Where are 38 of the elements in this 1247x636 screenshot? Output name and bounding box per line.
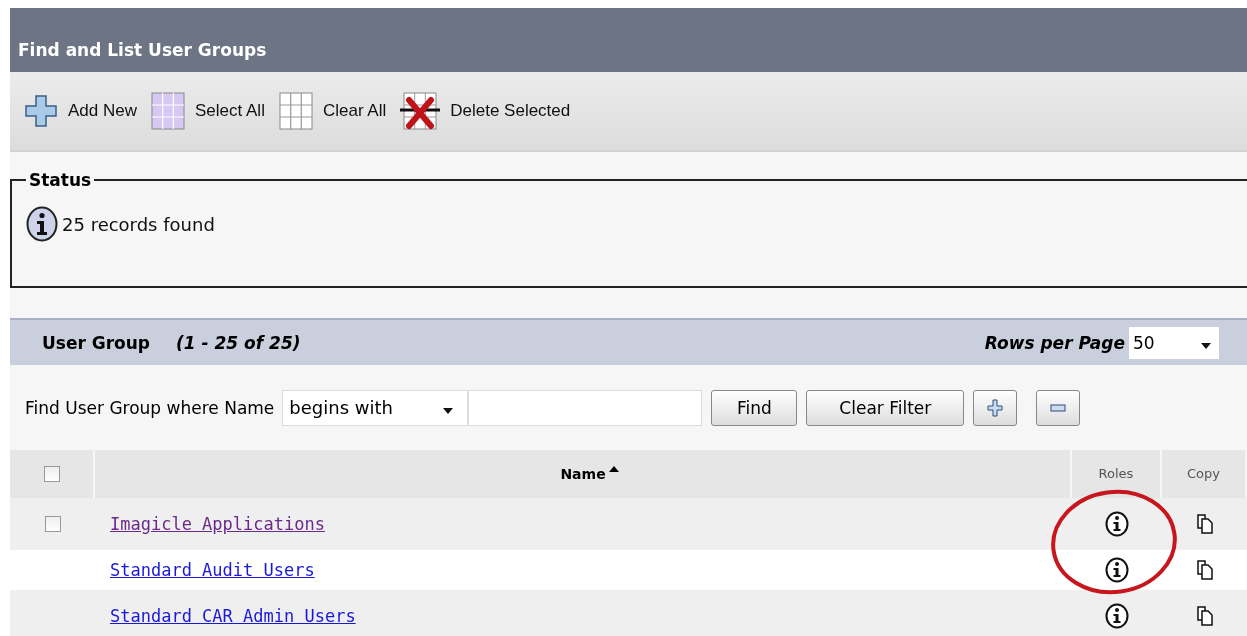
status-legend: Status <box>26 170 95 190</box>
copy-icon[interactable] <box>1196 606 1213 626</box>
add-criteria-button[interactable] <box>973 389 1018 426</box>
filter-label: Find User Group where Name <box>25 397 275 418</box>
user-group-link[interactable]: Imagicle Applications <box>110 514 325 534</box>
rows-per-page-select[interactable]: 50 <box>1129 326 1219 359</box>
plus-icon <box>987 398 1004 417</box>
grid-icon <box>278 92 313 130</box>
delete-button[interactable]: Delete Selected <box>400 92 571 130</box>
user-group-link[interactable]: Standard Audit Users <box>110 560 315 580</box>
copy-icon[interactable] <box>1196 560 1213 580</box>
info-icon[interactable] <box>1105 557 1129 583</box>
info-icon[interactable] <box>1105 603 1129 629</box>
clear-button[interactable]: Clear All <box>278 92 387 130</box>
select-all-checkbox[interactable] <box>43 466 60 482</box>
user-group-link[interactable]: Standard CAR Admin Users <box>110 606 356 626</box>
find-button[interactable]: Find <box>711 389 798 426</box>
minus-icon <box>1050 403 1067 412</box>
add-button[interactable]: Add New <box>24 94 137 128</box>
caret-icon <box>1201 342 1211 349</box>
caret-icon <box>443 407 454 414</box>
info-icon <box>26 206 58 242</box>
section-title: User Group <box>42 332 151 353</box>
grid-icon <box>151 92 185 130</box>
info-icon[interactable] <box>1105 511 1129 537</box>
record-range: (1 - 25 of 25) <box>176 332 301 353</box>
status-message: 25 records found <box>62 213 215 235</box>
select-button[interactable]: Select All <box>151 92 265 130</box>
clear-filter-button[interactable]: Clear Filter <box>806 389 965 426</box>
row-checkbox[interactable] <box>44 516 61 532</box>
delete-grid-icon <box>400 92 441 130</box>
plus-icon <box>24 94 58 128</box>
search-field[interactable] <box>468 389 703 426</box>
operator-select[interactable]: begins with <box>282 389 469 426</box>
rows-per-page-label: Rows per Page <box>984 332 1125 353</box>
copy-icon[interactable] <box>1196 514 1213 534</box>
remove-criteria-button[interactable] <box>1036 389 1081 426</box>
page-title: Find and List User Groups <box>18 40 267 60</box>
